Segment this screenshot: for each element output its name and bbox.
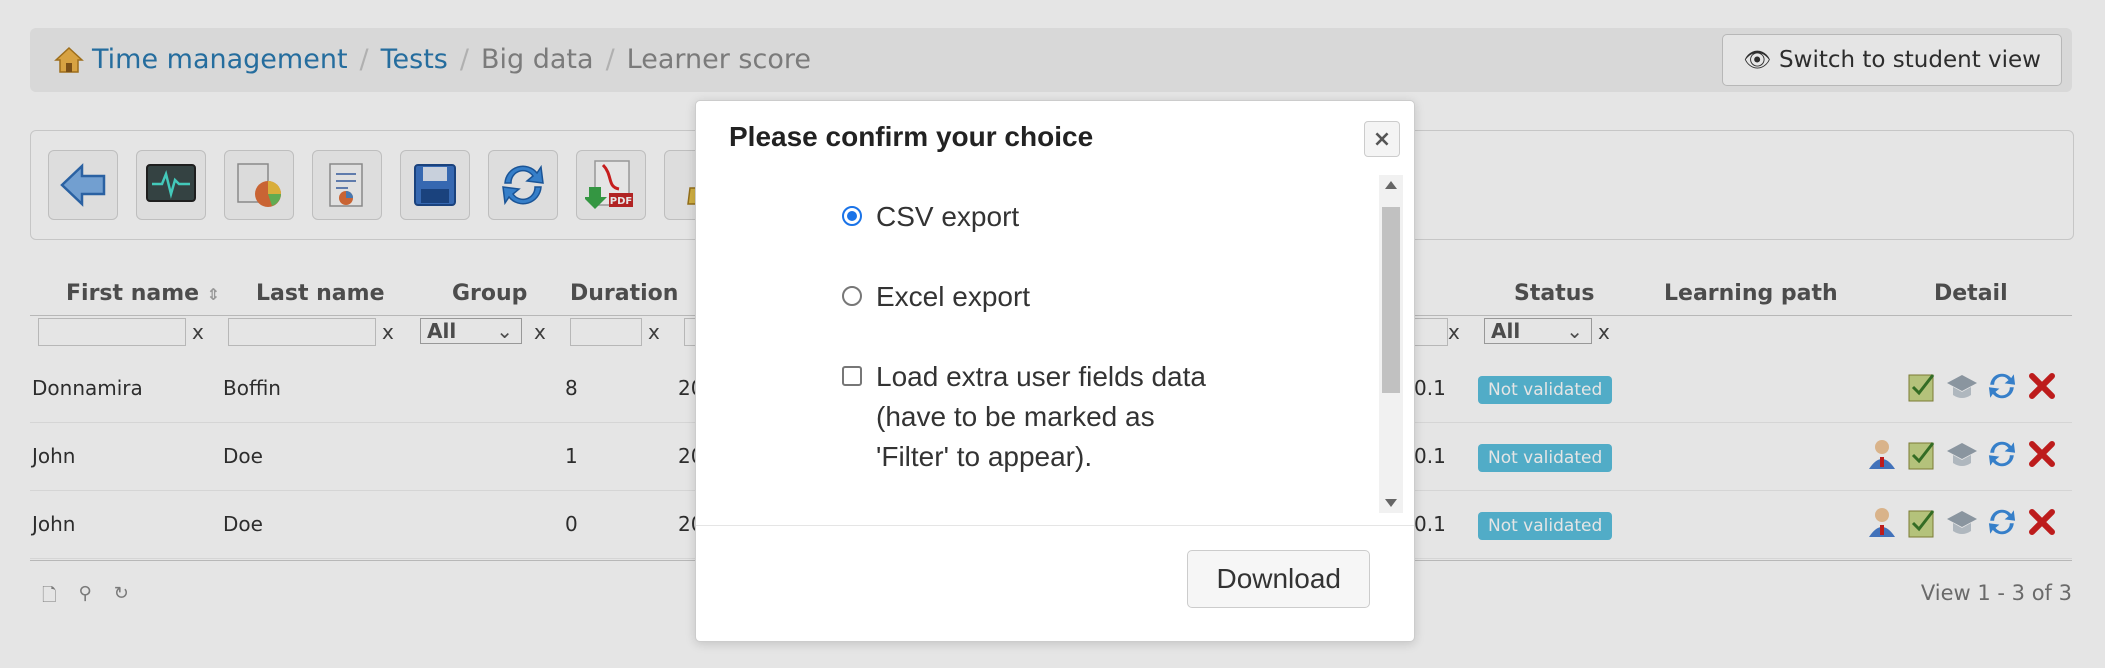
extra-fields-line: (have to be marked as: [876, 401, 1155, 432]
csv-export-radio[interactable]: [842, 206, 862, 226]
dialog-footer: Download: [696, 525, 1414, 642]
scroll-up-icon[interactable]: [1385, 181, 1397, 189]
excel-export-radio[interactable]: [842, 286, 862, 306]
extra-fields-option[interactable]: Load extra user fields data (have to be …: [842, 357, 1206, 477]
csv-export-label: CSV export: [876, 201, 1020, 232]
close-icon[interactable]: ×: [1364, 121, 1400, 157]
extra-fields-line: Load extra user fields data: [876, 361, 1206, 392]
csv-export-option[interactable]: CSV export: [842, 197, 1019, 237]
download-button[interactable]: Download: [1187, 550, 1370, 608]
excel-export-option[interactable]: Excel export: [842, 277, 1030, 317]
excel-export-label: Excel export: [876, 281, 1031, 312]
dialog-scrollbar[interactable]: [1379, 175, 1403, 513]
dialog-title: Please confirm your choice: [729, 121, 1094, 152]
scroll-down-icon[interactable]: [1385, 499, 1397, 507]
scroll-thumb[interactable]: [1382, 207, 1400, 393]
extra-fields-label: Load extra user fields data (have to be …: [876, 357, 1206, 477]
extra-fields-checkbox[interactable]: [842, 366, 862, 386]
confirm-dialog: Please confirm your choice × CSV export …: [695, 100, 1415, 642]
extra-fields-line: 'Filter' to appear).: [876, 441, 1093, 472]
